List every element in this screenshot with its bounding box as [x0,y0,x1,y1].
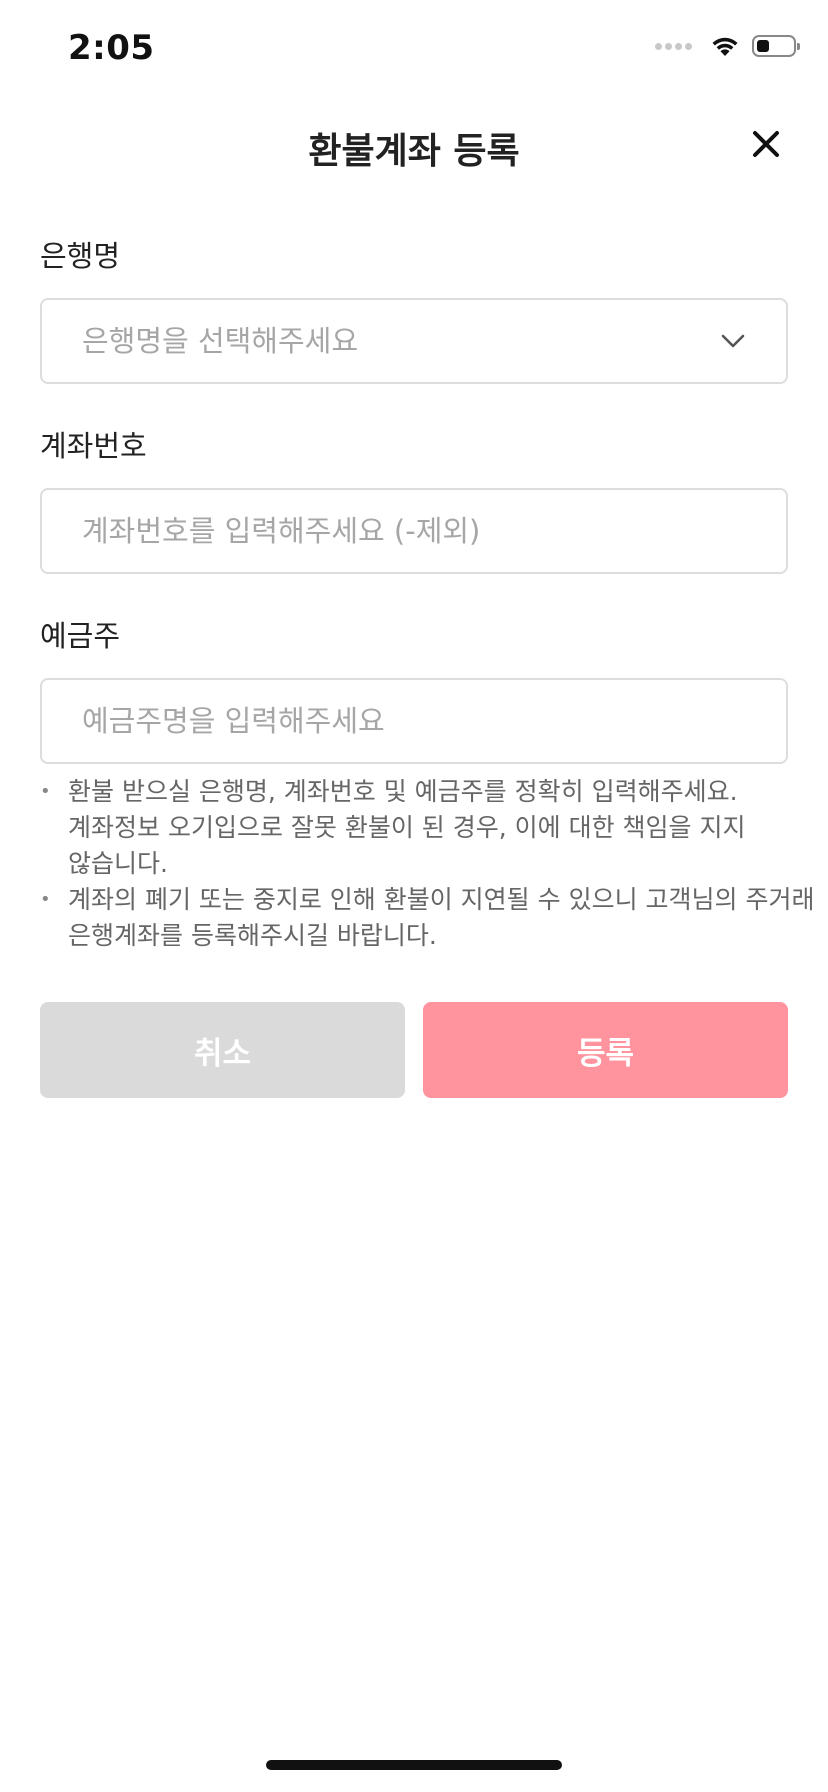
status-time: 2:05 [68,28,155,68]
cellular-signal-icon [655,42,692,50]
account-holder-box [40,678,788,764]
account-number-input[interactable] [42,490,786,572]
notice-line: 않습니다. [68,849,168,878]
wifi-icon [712,37,738,56]
close-button[interactable] [744,122,788,166]
notice-item: 계좌의 폐기 또는 중지로 인해 환불이 지연될 수 있으니 고객님의 주거래 … [40,882,815,954]
bank-select[interactable]: 은행명을 선택해주세요 [40,298,788,384]
page-title: 환불계좌 등록 [308,131,520,172]
notice-line: 은행계좌를 등록해주시길 바랍니다. [68,921,437,950]
modal-header: 환불계좌 등록 [0,110,828,180]
close-icon [753,131,779,157]
action-buttons: 취소 등록 [40,1002,788,1098]
chevron-down-icon [721,334,745,348]
account-holder-label: 예금주 [40,619,121,653]
account-holder-field-group: 예금주 [40,616,788,764]
battery-level [757,40,769,52]
cancel-button[interactable]: 취소 [40,1002,405,1098]
account-number-label: 계좌번호 [40,429,147,463]
account-number-field-group: 계좌번호 [40,426,788,574]
status-icons [655,34,800,58]
register-button[interactable]: 등록 [423,1002,788,1098]
bank-field-group: 은행명 은행명을 선택해주세요 [40,236,788,384]
bank-label: 은행명 [40,239,121,273]
notice-list: 환불 받으실 은행명, 계좌번호 및 예금주를 정확히 입력해주세요. 계좌정보… [40,774,815,954]
home-indicator [266,1760,562,1770]
notice-line: 계좌정보 오기입으로 잘못 환불이 된 경우, 이에 대한 책임을 지지 [68,813,746,842]
status-bar: 2:05 [0,0,828,100]
notice-line: 계좌의 폐기 또는 중지로 인해 환불이 지연될 수 있으니 고객님의 주거래 [68,885,815,914]
battery-icon [752,35,800,57]
notice-item: 환불 받으실 은행명, 계좌번호 및 예금주를 정확히 입력해주세요. 계좌정보… [40,774,800,882]
account-number-box [40,488,788,574]
account-holder-input[interactable] [42,680,786,762]
bank-select-placeholder: 은행명을 선택해주세요 [82,324,359,358]
refund-account-form: 은행명 은행명을 선택해주세요 계좌번호 예금주 [40,236,788,764]
notice-line: 환불 받으실 은행명, 계좌번호 및 예금주를 정확히 입력해주세요. [68,777,738,806]
